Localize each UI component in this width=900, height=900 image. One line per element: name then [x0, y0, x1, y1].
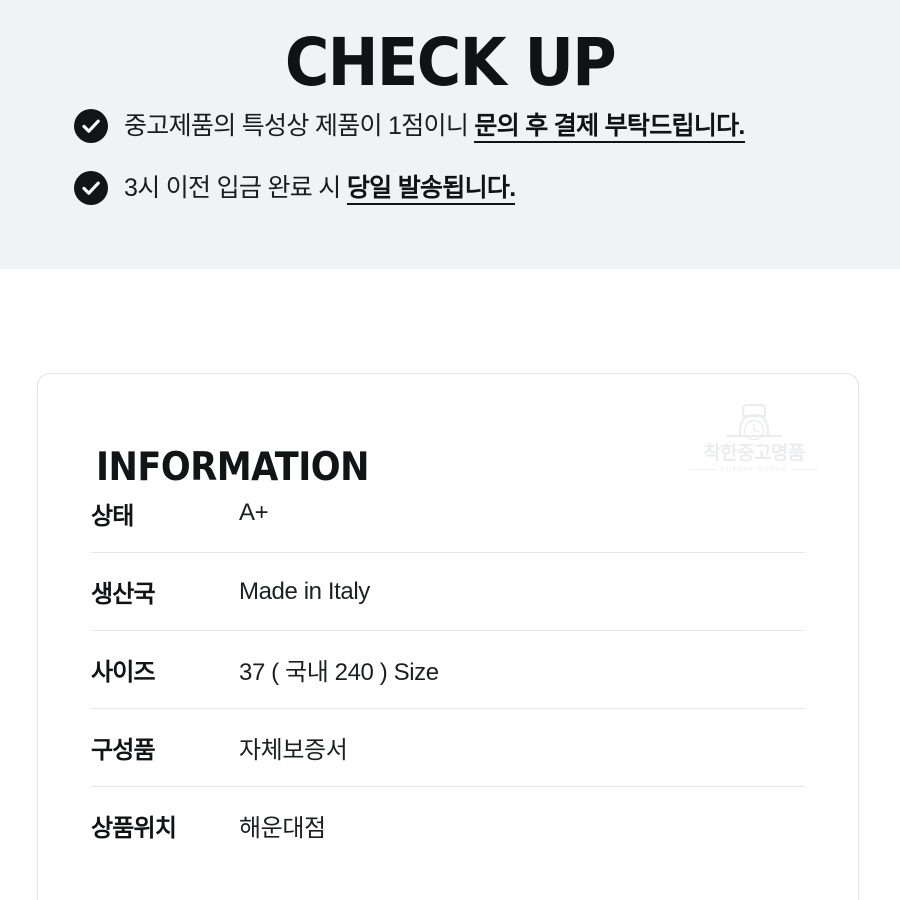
checkup-item-text-plain: 중고제품의 특성상 제품이 1점이니 — [124, 112, 475, 140]
checkup-title: CHECK UP — [284, 24, 617, 102]
table-row: 구성품 자체보증서 — [91, 708, 805, 786]
watch-logo-icon — [719, 402, 789, 459]
list-item: 중고제품의 특성상 제품이 1점이니 문의 후 결제 부탁드립니다. — [0, 103, 900, 149]
information-card: INFORMATION 착한중고명품 LUXURY GOODS 상태 A+ 생산… — [37, 373, 859, 900]
checkup-section: CHECK UP 중고제품의 특성상 제품이 1점이니 문의 후 결제 부탁드립… — [0, 0, 900, 269]
spec-value: Made in Italy — [239, 577, 370, 605]
rule-right — [791, 469, 818, 470]
brand-tagline-wrap: LUXURY GOODS — [688, 466, 820, 473]
checkup-item-text: 중고제품의 특성상 제품이 1점이니 문의 후 결제 부탁드립니다. — [124, 109, 745, 143]
information-title: INFORMATION — [96, 445, 369, 491]
spec-value: 해운대점 — [239, 815, 326, 842]
spec-label: 생산국 — [91, 581, 156, 608]
checkup-item-text: 3시 이전 입금 완료 시 당일 발송됩니다. — [124, 171, 516, 205]
checkup-item-text-emphasis: 당일 발송됩니다. — [346, 174, 516, 205]
spec-value: 자체보증서 — [239, 737, 348, 764]
brand-watermark: 착한중고명품 LUXURY GOODS — [688, 402, 820, 473]
brand-name: 착한중고명품 — [703, 443, 805, 464]
spec-label: 상태 — [91, 502, 134, 530]
table-row: 상품위치 해운대점 — [91, 786, 805, 864]
product-detail-page: CHECK UP 중고제품의 특성상 제품이 1점이니 문의 후 결제 부탁드립… — [0, 0, 900, 900]
brand-tagline: LUXURY GOODS — [721, 466, 787, 473]
checkup-item-text-plain: 3시 이전 입금 완료 시 — [124, 174, 347, 202]
specification-table: 상태 A+ 생산국 Made in Italy 사이즈 37 ( 국내 240 … — [38, 474, 858, 864]
spec-label: 사이즈 — [91, 659, 156, 686]
spec-value: A+ — [239, 499, 269, 526]
table-row: 사이즈 37 ( 국내 240 ) Size — [91, 630, 805, 708]
spec-value: 37 ( 국내 240 ) Size — [239, 659, 439, 686]
rule-left — [690, 469, 717, 470]
information-header: INFORMATION 착한중고명품 LUXURY GOODS — [38, 374, 858, 487]
check-circle-icon — [74, 109, 108, 143]
check-circle-icon — [74, 171, 108, 205]
checkup-item-text-emphasis: 문의 후 결제 부탁드립니다. — [474, 112, 745, 143]
spec-label: 구성품 — [91, 737, 156, 764]
table-row: 생산국 Made in Italy — [91, 552, 805, 630]
list-item: 3시 이전 입금 완료 시 당일 발송됩니다. — [0, 165, 900, 211]
spec-label: 상품위치 — [91, 815, 177, 842]
checkup-list: 중고제품의 특성상 제품이 1점이니 문의 후 결제 부탁드립니다. 3시 이전… — [0, 103, 900, 227]
